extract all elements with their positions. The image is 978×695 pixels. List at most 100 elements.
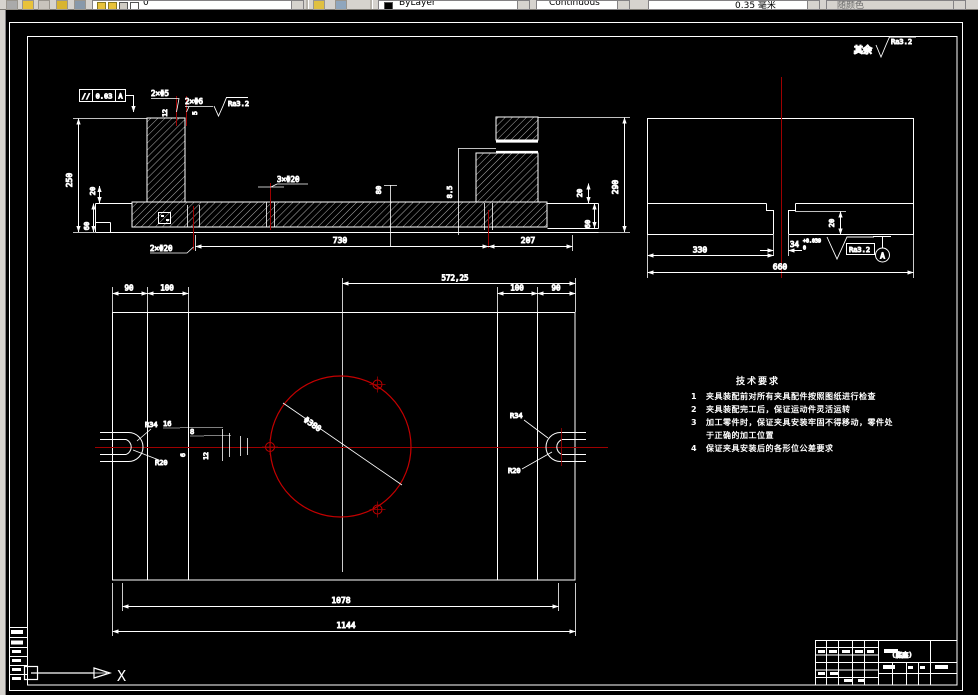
gdt-value: 0.03	[96, 93, 113, 101]
dim-20-right: 20	[576, 189, 584, 197]
dim-8: 8	[190, 428, 194, 436]
color-value: ByLayer	[399, 0, 436, 8]
front-section-view: // 0.03 A 2×Φ5 2×Φ6 12 5 Ra3.2 250 20 60	[65, 89, 630, 254]
dim-1078: 1078	[331, 596, 350, 605]
tech-req-title: 技术要求	[736, 377, 781, 387]
color-dropdown[interactable]: ByLayer	[378, 0, 530, 10]
default-roughness-note: 其余 Ra3.2	[854, 36, 916, 59]
layer-previous-icon[interactable]	[335, 0, 347, 10]
technical-requirements: 技术要求 1 夹具装配前对所有夹具配件按照图纸进行检查 2 夹具装配完工后，保证…	[688, 376, 896, 455]
tech-req-item: 1 夹具装配前对所有夹具配件按照图纸进行检查	[688, 390, 896, 403]
toolbar: 0 ByLayer Continuous 0.35 毫米 随颜色	[0, 0, 978, 10]
layer-dropdown-arrow-icon[interactable]	[291, 1, 303, 9]
lineweight-dropdown[interactable]: 0.35 毫米	[648, 0, 820, 10]
dim-5: 5	[191, 111, 199, 115]
gdt-parallelism-frame: // 0.03 A	[79, 89, 136, 113]
toolbar-separator	[370, 0, 373, 9]
toolbar-icon[interactable]	[38, 0, 50, 10]
dim-100-right: 100	[510, 284, 524, 293]
dim-250: 250	[65, 173, 74, 188]
tech-req-item: 2 夹具装配完工后，保证运动件灵活运转	[688, 403, 896, 416]
tech-req-text: 夹具装配前对所有夹具配件按照图纸进行检查	[706, 392, 876, 401]
dim-34-tol-upper: +0.039	[803, 239, 821, 245]
plotstyle-value: 随颜色	[837, 1, 865, 10]
dim-730: 730	[333, 236, 348, 245]
dim-100-left: 100	[160, 284, 174, 293]
dim-circle-diameter: Φ380	[302, 415, 323, 433]
tech-req-text: 保证夹具安装后的各形位公差要求	[706, 444, 834, 453]
dim-2xd6: 2×Φ6	[185, 97, 204, 106]
tech-req-item: 4 保证夹具安装后的各形位公差要求	[688, 442, 896, 455]
dim-60-left: 60	[83, 222, 91, 230]
current-color-swatch-icon	[384, 2, 393, 9]
drawing-canvas[interactable]: // 0.03 A 2×Φ5 2×Φ6 12 5 Ra3.2 250 20 60	[0, 0, 978, 695]
tech-req-number: 4	[691, 444, 697, 453]
linetype-dropdown[interactable]: Continuous	[536, 0, 630, 10]
dim-12: 12	[202, 452, 210, 460]
datum-label: A	[880, 252, 885, 261]
dim-1144: 1144	[336, 621, 355, 630]
layer-color-swatch-icon	[130, 2, 139, 9]
dim-90-right: 90	[551, 284, 561, 293]
others-ra-value: Ra3.2	[891, 38, 912, 46]
gdt-datum: A	[118, 93, 123, 101]
tech-req-number: 3	[691, 418, 697, 427]
lineweight-dropdown-arrow-icon[interactable]	[807, 1, 819, 9]
dim-80: 80	[375, 186, 383, 194]
dim-r20-right: R20	[508, 467, 521, 475]
tech-req-number: 1	[691, 392, 697, 401]
plotstyle-dropdown[interactable]: 随颜色	[826, 0, 966, 10]
toolbar-icon[interactable]	[6, 0, 18, 10]
dim-6: 6	[179, 453, 187, 457]
surface-ra-value: Ra3.2	[849, 246, 870, 254]
dim-34-tol-lower: 0	[803, 246, 806, 252]
layer-bulb-icon	[97, 2, 106, 9]
dim-290: 290	[611, 180, 620, 195]
dim-330: 330	[693, 246, 708, 255]
dim-r20-left: R20	[155, 459, 168, 467]
layer-value: 0	[143, 0, 149, 8]
window-left-edge	[0, 9, 6, 695]
plotstyle-dropdown-arrow-icon[interactable]	[953, 1, 965, 9]
surface-ra-value: Ra3.2	[228, 100, 249, 108]
make-object-layer-current-icon[interactable]	[313, 0, 325, 10]
dim-20: 20	[828, 219, 836, 227]
layer-dropdown[interactable]: 0	[92, 0, 304, 10]
tech-req-number: 2	[691, 405, 697, 414]
tech-req-item: 3 加工零件时，保证夹具安装牢固不得移动，零件处于正确的加工位置	[688, 416, 896, 442]
tech-req-text: 夹具装配完工后，保证运动件灵活运转	[706, 405, 851, 414]
dim-90-left: 90	[124, 284, 134, 293]
ucs-icon: X	[23, 665, 126, 685]
color-dropdown-arrow-icon[interactable]	[517, 1, 529, 9]
layer-lock-icon	[119, 2, 128, 9]
others-label: 其余	[854, 44, 873, 56]
dim-20-left: 20	[89, 187, 97, 195]
datum-a-symbol: A	[873, 236, 891, 263]
dim-2xd20: 2×Φ20	[150, 244, 173, 253]
cad-application-window: 0 ByLayer Continuous 0.35 毫米 随颜色 // 0.03…	[0, 0, 978, 695]
side-section-view: 20 34 +0.039 0 330 660 Ra3.2 A 其余 Ra3.2	[647, 36, 916, 278]
gdt-symbol: //	[82, 93, 90, 101]
dim-2xd5: 2×Φ5	[151, 89, 169, 98]
plan-view: Φ380 R34 R20 16 8 6 12 R34 R20 90 100 57…	[95, 273, 608, 636]
linetype-dropdown-arrow-icon[interactable]	[617, 1, 629, 9]
dim-34: 34	[790, 240, 800, 249]
lineweight-value: 0.35 毫米	[735, 1, 776, 10]
dim-8-5: 8.5	[446, 186, 454, 199]
dim-572: 572,25	[441, 274, 468, 283]
dim-r34-left: R34	[145, 421, 158, 429]
dim-16: 16	[163, 420, 171, 428]
toolbar-icon[interactable]	[56, 0, 68, 10]
dim-207: 207	[521, 236, 536, 245]
toolbar-icon[interactable]	[22, 0, 34, 10]
toolbar-icon[interactable]	[74, 0, 86, 10]
dim-3xd20: 3×Φ20	[277, 175, 300, 184]
layer-sun-icon	[108, 2, 117, 9]
toolbar-separator	[306, 0, 309, 9]
tech-req-text: 加工零件时，保证夹具安装牢固不得移动，零件处于正确的加工位置	[706, 418, 893, 440]
title-block: (底座)	[815, 640, 958, 686]
dim-660: 660	[773, 263, 788, 272]
dim-60-right: 60	[584, 220, 592, 228]
linetype-value: Continuous	[549, 0, 600, 8]
surface-finish-symbol: Ra3.2	[213, 97, 250, 118]
